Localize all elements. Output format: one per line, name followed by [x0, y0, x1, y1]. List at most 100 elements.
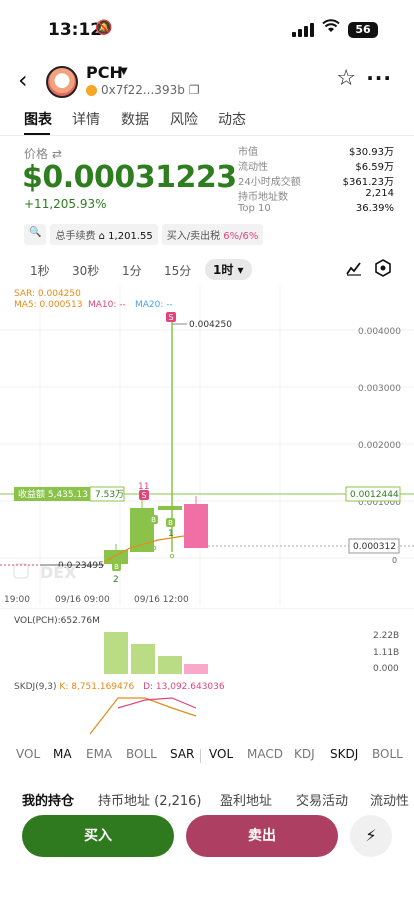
tab-activity[interactable]: 动态	[218, 109, 246, 129]
ind-ema[interactable]: EMA	[86, 747, 112, 761]
search-chip[interactable]: 🔍	[24, 224, 47, 245]
lightning-icon[interactable]: ⚡	[350, 815, 392, 857]
buy-marker-text: B	[114, 563, 119, 571]
tab-trade-activity[interactable]: 交易活动	[296, 790, 348, 809]
indicator-divider	[200, 749, 201, 763]
ind-boll-sub[interactable]: BOLL	[372, 747, 403, 761]
tax-chip[interactable]: 买入/卖出税 6%/6%	[161, 224, 264, 245]
main-tabs: 图表 详情 数据 风险 动态	[0, 106, 414, 136]
token-address[interactable]: 0x7f22...393b ❐	[86, 83, 200, 97]
skdj-k-line	[89, 697, 197, 735]
stat-key: 市值	[238, 147, 258, 158]
holding-tabs: 我的持仓 持币地址 (2,216) 盈利地址 交易活动 流动性	[0, 790, 414, 812]
tab-liquidity[interactable]: 流动性	[370, 790, 409, 809]
x-tick: 09/16 12:00	[134, 595, 189, 605]
skdj-k: K: 8,751.169476	[59, 682, 135, 692]
ind-vol[interactable]: VOL	[16, 747, 40, 761]
battery-icon: 56	[348, 22, 378, 38]
sar-label: SAR: 0.004250	[14, 289, 81, 299]
ma10-label: MA10: --	[88, 300, 126, 310]
stat-value: 2,214	[365, 188, 394, 199]
volume-bar	[158, 656, 182, 674]
ind-sar[interactable]: SAR	[170, 747, 194, 761]
interval-1h-label: 1时	[213, 263, 234, 277]
tab-holders[interactable]: 持币地址 (2,216)	[98, 790, 202, 809]
fullscreen-icon[interactable]	[13, 563, 29, 579]
chain-icon	[86, 84, 97, 96]
indicator-settings-icon[interactable]	[375, 259, 391, 280]
interval-15m[interactable]: 15分	[164, 262, 191, 279]
volume-chart: 2.22B 1.11B 0.000	[0, 608, 414, 674]
interval-1m[interactable]: 1分	[122, 262, 142, 279]
indicator-tabs: VOL MA EMA BOLL SAR VOL MACD KDJ SKDJ BO…	[0, 747, 414, 765]
candle	[104, 550, 128, 564]
fee-chip[interactable]: 总手续费 ⌂ 1,201.55	[50, 224, 158, 245]
price-chart[interactable]: SAR: 0.004250 MA5: 0.000513 MA10: -- MA2…	[0, 286, 414, 606]
buy-marker-text: B	[168, 519, 173, 527]
interval-1h[interactable]: 1时 ▾	[205, 259, 252, 280]
tab-details[interactable]: 详情	[72, 109, 100, 129]
stat-key: 流动性	[238, 162, 268, 173]
token-stats: 市值 $30.93万 流动性 $6.59万 24小时成交额 $361.23万 持币地址…	[238, 143, 394, 218]
interval-30s[interactable]: 30秒	[72, 262, 99, 279]
tab-profitable-addresses[interactable]: 盈利地址	[220, 790, 272, 809]
y-tick: 0.003000	[358, 384, 401, 394]
status-time: 13:12	[48, 20, 103, 40]
token-logo	[46, 66, 78, 98]
skdj-title: SKDJ(9,3)	[14, 682, 57, 692]
fee-value: ⌂ 1,201.55	[98, 231, 153, 242]
ma20-label: MA20: --	[135, 300, 173, 310]
sell-marker-text: S	[168, 313, 173, 322]
wifi-icon	[322, 17, 340, 38]
interval-selector: 1秒 30秒 1分 15分 1时 ▾	[0, 258, 414, 282]
sell-marker-text: S	[141, 491, 146, 500]
ind-ma[interactable]: MA	[53, 747, 72, 761]
more-menu-icon[interactable]: ···	[366, 66, 392, 90]
stat-value: 36.39%	[355, 203, 394, 214]
ind-vol-sub[interactable]: VOL	[209, 747, 233, 761]
ind-skdj[interactable]: SKDJ	[330, 747, 358, 761]
stat-value: $361.23万	[342, 177, 394, 188]
signal-icon	[292, 23, 314, 37]
tab-my-holdings[interactable]: 我的持仓	[22, 790, 74, 809]
volume-tick: 1.11B	[373, 648, 399, 658]
pnl-pct: 7.53万	[95, 490, 124, 500]
token-name[interactable]: PCH	[86, 63, 123, 82]
y-tick: 0.002000	[358, 441, 401, 451]
sell-button[interactable]: 卖出	[186, 815, 338, 857]
fee-label: 总手续费	[55, 231, 96, 242]
status-bar: 13:12 🔕 56	[0, 0, 414, 56]
volume-tick: 2.22B	[373, 631, 399, 641]
interval-1s[interactable]: 1秒	[30, 262, 50, 279]
x-tick: 19:00	[4, 595, 30, 605]
y-tick: 0.004000	[358, 327, 401, 337]
candle	[130, 508, 154, 552]
ind-macd[interactable]: MACD	[247, 747, 283, 761]
copy-icon[interactable]: ❐	[189, 83, 200, 97]
chevron-down-icon[interactable]: ▼	[120, 66, 128, 77]
tab-chart[interactable]: 图表	[24, 109, 52, 129]
favorite-star-icon[interactable]: ☆	[336, 66, 356, 91]
stat-key: 持币地址数	[238, 192, 288, 203]
stat-value: $6.59万	[355, 162, 394, 173]
stat-value: $30.93万	[349, 147, 394, 158]
search-icon: 🔍	[29, 227, 42, 238]
buy-button[interactable]: 买入	[22, 815, 174, 857]
candle	[184, 504, 208, 548]
swap-icon[interactable]: ⇄	[52, 147, 62, 161]
back-arrow-icon[interactable]: ‹	[18, 66, 28, 94]
ind-boll[interactable]: BOLL	[126, 747, 157, 761]
tab-risk[interactable]: 风险	[170, 109, 198, 129]
volume-tick: 0.000	[373, 664, 399, 674]
skdj-d: D: 13,092.643036	[143, 682, 225, 692]
tab-data[interactable]: 数据	[121, 109, 149, 129]
stat-key: 24小时成交额	[238, 177, 301, 188]
tax-label: 买入/卖出税	[166, 231, 221, 242]
volume-bar	[184, 664, 208, 674]
high-price-label: 0.004250	[189, 320, 232, 330]
stat-row: 流动性 $6.59万	[238, 158, 394, 173]
chart-style-icon[interactable]	[346, 260, 362, 279]
watermark-logo: DEX	[40, 563, 77, 582]
marker-2: 2	[113, 575, 119, 585]
ind-kdj[interactable]: KDJ	[294, 747, 315, 761]
